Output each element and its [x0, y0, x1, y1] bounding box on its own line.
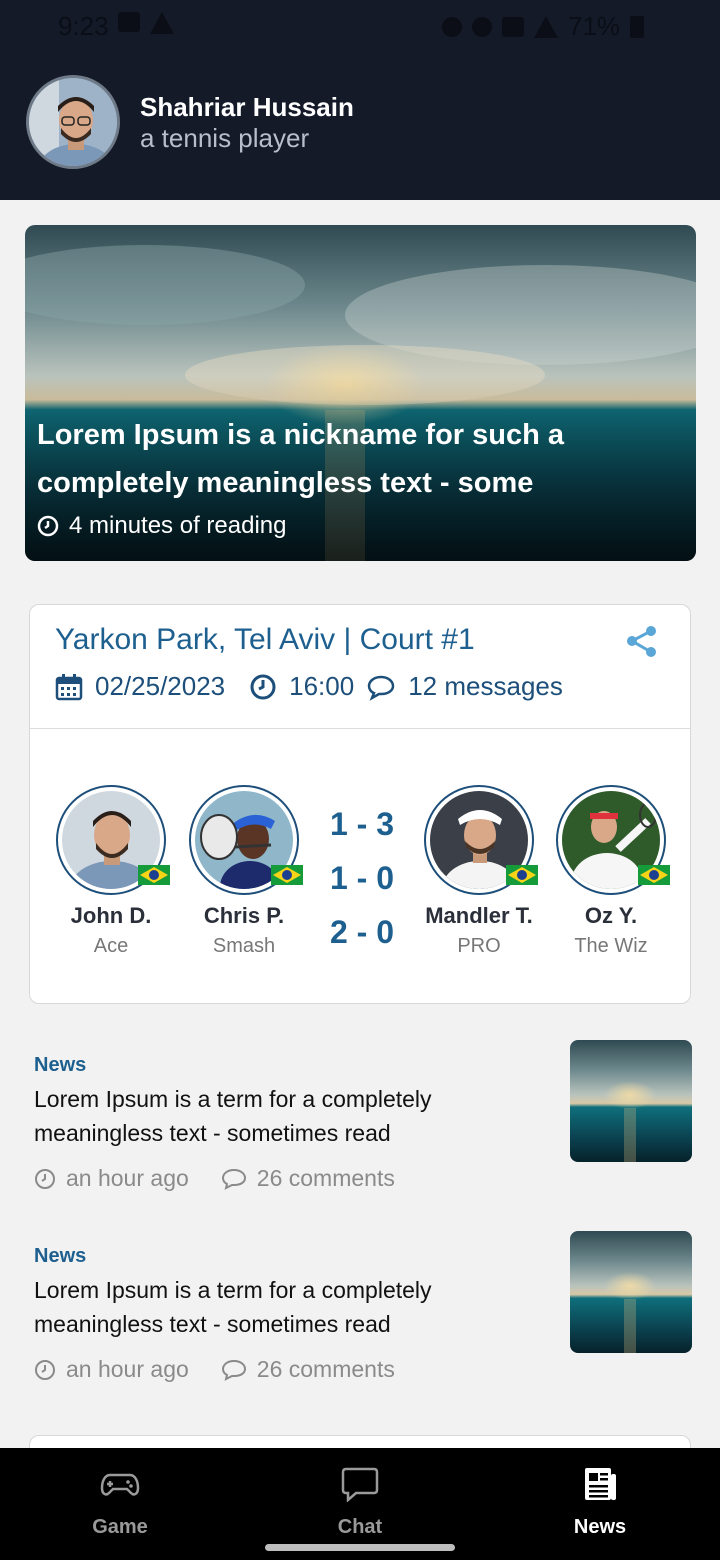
list-item[interactable]: News Lorem Ipsum is a term for a complet… — [34, 1040, 694, 1204]
divider — [30, 728, 690, 729]
news-comments: 26 comments — [256, 1356, 395, 1382]
set-score: 1 - 0 — [329, 860, 395, 896]
player-nickname: PRO — [457, 935, 501, 957]
profile-subtitle: a tennis player — [140, 123, 310, 153]
gamepad-icon — [100, 1473, 140, 1496]
status-bar: 9:23 71% — [0, 0, 720, 56]
avatar — [189, 785, 303, 895]
tab-label: News — [573, 1516, 627, 1538]
tab-label: Chat — [337, 1516, 383, 1538]
reading-time: 4 minutes of reading — [69, 512, 287, 539]
player-nickname: The Wiz — [574, 935, 648, 957]
news-category: News — [34, 1245, 87, 1267]
alarm-icon — [442, 16, 462, 37]
tab-news[interactable]: News — [520, 1466, 680, 1539]
mute-icon — [502, 16, 524, 37]
chat-icon — [341, 1467, 379, 1502]
news-thumbnail — [570, 1231, 692, 1353]
news-thumbnail — [570, 1040, 692, 1162]
match-meta: 02/25/2023 16:00 12 messages — [55, 671, 563, 702]
list-item[interactable]: News Lorem Ipsum is a term for a complet… — [34, 1231, 694, 1395]
clock-icon — [35, 1359, 55, 1380]
brazil-flag-icon — [506, 865, 538, 885]
set-score: 1 - 3 — [329, 806, 395, 842]
featured-article-meta: 4 minutes of reading — [37, 512, 286, 540]
comment-icon — [367, 675, 395, 701]
featured-article-image — [25, 225, 696, 561]
newspaper-icon — [585, 1468, 616, 1500]
player-chris[interactable]: Chris P. Smash — [184, 785, 304, 958]
brazil-flag-icon — [138, 865, 170, 885]
player-john[interactable]: John D. Ace — [51, 785, 171, 958]
player-nickname: Smash — [212, 935, 276, 957]
clock-icon — [37, 515, 59, 537]
player-oz[interactable]: Oz Y. The Wiz — [551, 785, 671, 958]
status-time: 9:23 — [58, 11, 109, 41]
court-location: Yarkon Park, Tel Aviv | Court #1 — [55, 623, 475, 656]
player-name: Chris P. — [203, 903, 285, 928]
clock-icon — [250, 674, 276, 699]
brazil-flag-icon — [271, 865, 303, 885]
match-card[interactable]: Yarkon Park, Tel Aviv | Court #1 02/25/2… — [29, 604, 691, 1004]
player-mandler[interactable]: Mandler T. PRO — [419, 785, 539, 958]
news-meta: an hour ago 26 comments — [34, 1356, 395, 1383]
featured-article-title: Lorem Ipsum is a nickname for such a com… — [37, 419, 564, 499]
player-name: Mandler T. — [425, 903, 533, 928]
news-category: News — [34, 1054, 87, 1076]
match-time: 16:00 — [289, 671, 355, 701]
battery-percent: 71% — [568, 11, 621, 41]
news-title: Lorem Ipsum is a term for a completely m… — [34, 1277, 432, 1337]
gallery-icon — [118, 12, 140, 32]
telegram-icon — [150, 12, 174, 34]
clock-icon — [35, 1168, 55, 1189]
calendar-icon — [55, 673, 83, 700]
match-date: 02/25/2023 — [95, 671, 226, 701]
player-name: Oz Y. — [584, 903, 638, 928]
news-meta: an hour ago 26 comments — [34, 1165, 395, 1192]
battery-icon — [630, 15, 645, 38]
avatar — [56, 785, 170, 895]
avatar — [556, 785, 670, 895]
set-score: 2 - 0 — [329, 914, 395, 950]
profile-avatar[interactable] — [26, 75, 120, 169]
wifi-icon — [534, 15, 558, 38]
share-icon[interactable] — [624, 623, 660, 659]
profile-name: Shahriar Hussain — [140, 92, 354, 122]
player-nickname: Ace — [93, 935, 129, 957]
featured-article[interactable]: Lorem Ipsum is a nickname for such a com… — [25, 225, 696, 561]
news-title: Lorem Ipsum is a term for a completely m… — [34, 1086, 432, 1146]
comment-icon — [221, 1168, 246, 1190]
tab-label: Game — [92, 1516, 148, 1538]
bluetooth-icon — [472, 16, 492, 37]
news-time: an hour ago — [66, 1356, 189, 1382]
home-indicator[interactable] — [265, 1544, 455, 1551]
tab-chat[interactable]: Chat — [280, 1466, 440, 1539]
news-time: an hour ago — [66, 1165, 189, 1191]
message-count[interactable]: 12 messages — [408, 671, 563, 702]
comment-icon — [221, 1359, 246, 1381]
match-scores: 1 - 3 1 - 0 2 - 0 — [320, 797, 404, 959]
tab-game[interactable]: Game — [40, 1466, 200, 1539]
player-name: John D. — [70, 903, 152, 928]
news-comments: 26 comments — [256, 1165, 395, 1191]
app-header: 9:23 71% Shahriar Hussain a tennis playe… — [0, 0, 720, 200]
brazil-flag-icon — [638, 865, 670, 885]
avatar — [424, 785, 538, 895]
